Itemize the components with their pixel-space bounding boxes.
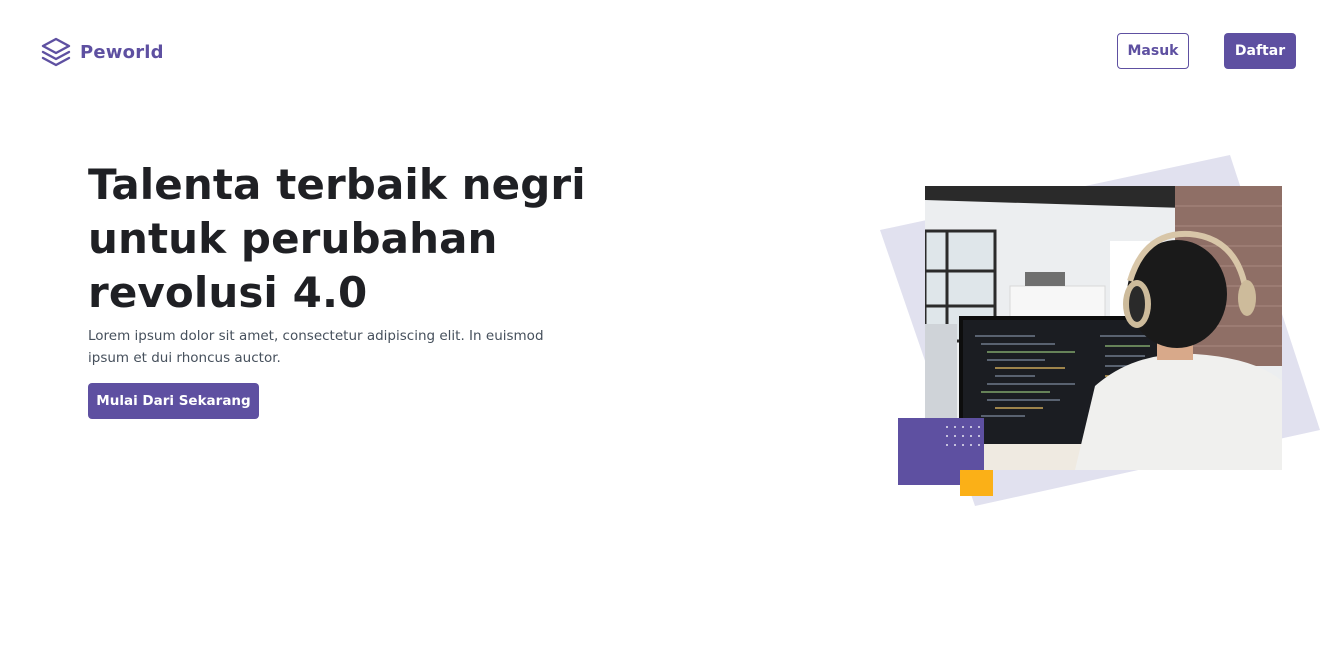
dot-pattern xyxy=(946,426,980,446)
hero-description: Lorem ipsum dolor sit amet, consectetur … xyxy=(88,328,544,366)
brand-name: Peworld xyxy=(80,41,164,63)
hero-title: Talenta terbaik negri untuk perubahan re… xyxy=(88,160,586,317)
register-button[interactable]: Daftar xyxy=(1224,33,1296,69)
get-started-button[interactable]: Mulai Dari Sekarang xyxy=(88,383,259,419)
layers-icon xyxy=(40,36,72,68)
orange-accent-square xyxy=(960,470,993,496)
hero-visual xyxy=(870,150,1330,520)
login-button[interactable]: Masuk xyxy=(1117,33,1189,69)
landing-page: Peworld Masuk Daftar Talenta terbaik neg… xyxy=(0,0,1341,646)
brand-logo[interactable]: Peworld xyxy=(40,36,164,68)
